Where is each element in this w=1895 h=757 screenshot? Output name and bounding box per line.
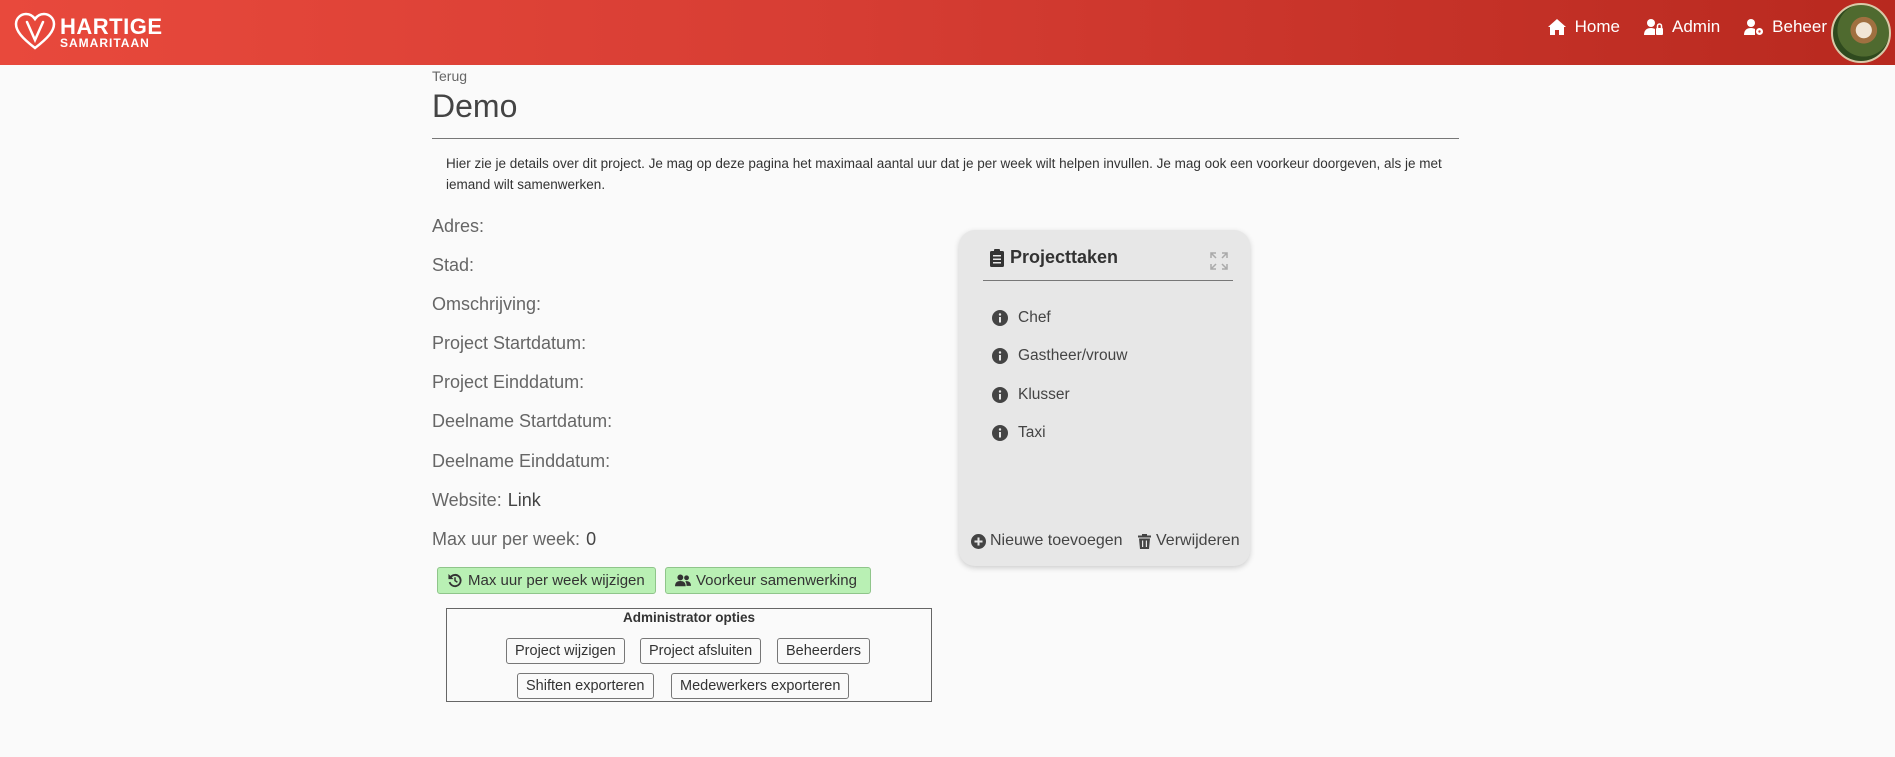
nav-beheer-label: Beheer: [1772, 17, 1827, 36]
info-circle-icon: [992, 348, 1008, 364]
task-item[interactable]: Klusser: [992, 386, 1070, 404]
nieuwe-toevoegen-label: Nieuwe toevoegen: [990, 532, 1123, 549]
nav-admin[interactable]: Admin: [1643, 17, 1721, 37]
nav-home[interactable]: Home: [1547, 17, 1620, 37]
field-stad-label: Stad:: [432, 255, 475, 275]
field-stad: Stad:: [432, 255, 474, 276]
field-website: Website: Link: [432, 490, 541, 511]
home-icon: [1547, 19, 1566, 35]
nav-admin-label: Admin: [1671, 17, 1721, 36]
user-lock-icon: [1643, 19, 1663, 35]
nieuwe-toevoegen-button[interactable]: Nieuwe toevoegen: [971, 532, 1123, 550]
admin-options-title: Administrator opties: [622, 610, 755, 625]
page-title: Demo: [432, 88, 518, 124]
field-max-uur: Max uur per week: 0: [432, 529, 596, 550]
field-deelname-einddatum: Deelname Einddatum:: [432, 451, 610, 472]
max-uur-value: 0: [586, 529, 597, 549]
user-cog-icon: [1744, 19, 1764, 35]
medewerkers-exporteren-button[interactable]: Medewerkers exporteren: [671, 673, 850, 699]
task-label: Chef: [1018, 309, 1051, 326]
info-circle-icon: [992, 387, 1008, 403]
project-wijzigen-button[interactable]: Project wijzigen: [506, 638, 625, 664]
project-afsluiten-button[interactable]: Project afsluiten: [640, 638, 762, 664]
trash-icon: [1138, 533, 1151, 549]
field-omschrijving: Omschrijving:: [432, 294, 541, 315]
info-circle-icon: [992, 425, 1008, 441]
field-deelname-startdatum-label: Deelname Startdatum:: [432, 411, 613, 431]
intro-text: Hier zie je details over dit project. Je…: [446, 156, 1442, 192]
main-nav: Home Admin Beheer: [1523, 0, 1827, 54]
task-label: Gastheer/vrouw: [1018, 347, 1128, 364]
logo-line1: HARTIGE: [60, 13, 163, 39]
field-omschrijving-label: Omschrijving:: [432, 294, 542, 314]
task-label: Taxi: [1018, 424, 1046, 441]
verwijderen-label: Verwijderen: [1156, 532, 1240, 549]
expand-icon[interactable]: [1210, 252, 1228, 270]
shiften-exporteren-button[interactable]: Shiften exporteren: [517, 673, 654, 699]
verwijderen-button[interactable]: Verwijderen: [1137, 532, 1240, 550]
voorkeur-samenwerking-button[interactable]: Voorkeur samenwerking: [665, 567, 871, 594]
projecttaken-card: Projecttaken Chef Gastheer/vrouw Klusser…: [959, 230, 1250, 566]
user-avatar[interactable]: [1831, 3, 1891, 63]
field-max-uur-label: Max uur per week:: [432, 529, 581, 549]
history-icon: [448, 573, 462, 588]
logo[interactable]: HARTIGE SAMARITAAN: [14, 12, 163, 52]
field-website-label: Website:: [432, 490, 502, 510]
field-deelname-einddatum-label: Deelname Einddatum:: [432, 451, 611, 471]
website-link[interactable]: Link: [508, 490, 541, 510]
card-divider: [983, 280, 1233, 281]
clipboard-list-icon: [990, 248, 1004, 267]
task-label: Klusser: [1018, 386, 1070, 403]
info-circle-icon: [992, 310, 1008, 326]
top-navbar: HARTIGE SAMARITAAN Home Admin Beheer: [0, 0, 1895, 65]
field-adres-label: Adres:: [432, 216, 485, 236]
nav-home-label: Home: [1574, 17, 1620, 36]
field-project-einddatum: Project Einddatum:: [432, 372, 584, 393]
users-icon: [675, 574, 691, 587]
field-project-startdatum: Project Startdatum:: [432, 333, 586, 354]
admin-options-panel: Administrator opties Project wijzigen Pr…: [446, 608, 932, 702]
max-uur-wijzigen-label: Max uur per week wijzigen: [468, 572, 645, 589]
task-item[interactable]: Chef: [992, 309, 1051, 327]
plus-circle-icon: [971, 533, 986, 549]
field-project-startdatum-label: Project Startdatum:: [432, 333, 587, 353]
projecttaken-title: Projecttaken: [1010, 247, 1119, 267]
logo-line2: SAMARITAAN: [60, 35, 150, 50]
beheerders-button[interactable]: Beheerders: [777, 638, 870, 664]
title-divider: [432, 138, 1459, 139]
voorkeur-samenwerking-label: Voorkeur samenwerking: [696, 572, 857, 589]
nav-beheer[interactable]: Beheer: [1744, 17, 1827, 37]
heart-logo-icon: [14, 12, 56, 50]
task-item[interactable]: Gastheer/vrouw: [992, 347, 1127, 365]
projecttaken-header: Projecttaken: [990, 247, 1118, 268]
task-item[interactable]: Taxi: [992, 424, 1046, 442]
field-adres: Adres:: [432, 216, 484, 237]
max-uur-wijzigen-button[interactable]: Max uur per week wijzigen: [437, 567, 656, 594]
field-deelname-startdatum: Deelname Startdatum:: [432, 411, 612, 432]
field-project-einddatum-label: Project Einddatum:: [432, 372, 585, 392]
back-link[interactable]: Terug: [432, 68, 467, 84]
